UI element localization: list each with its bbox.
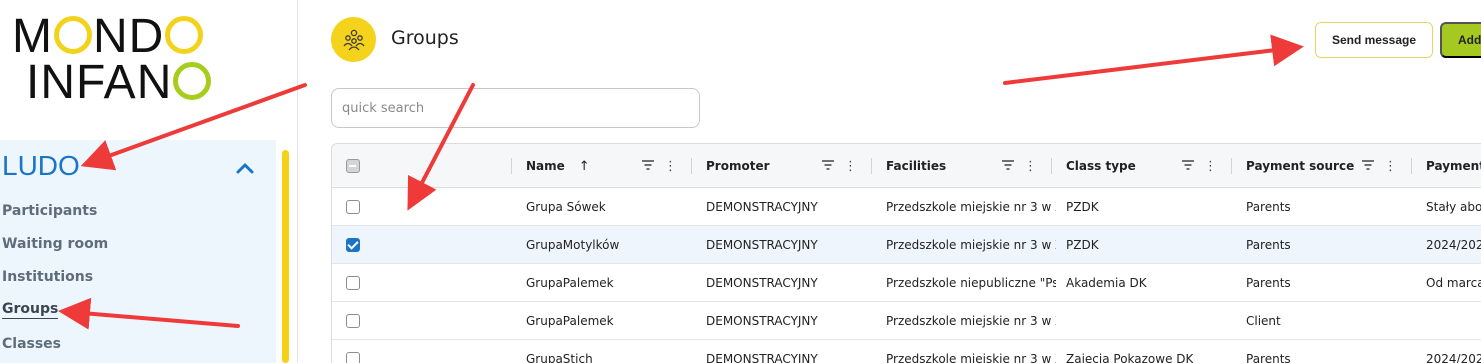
quick-search-input[interactable] xyxy=(331,88,700,128)
menu-section-title[interactable]: LUDO xyxy=(2,150,80,182)
cell-payment-source: Parents xyxy=(1246,238,1291,252)
column-menu-payment-source[interactable]: ⋮ xyxy=(1362,144,1397,188)
table-row[interactable]: GrupaStich DEMONSTRACYJNY Przedszkole mi… xyxy=(332,340,1481,363)
cell-payment-source: Parents xyxy=(1246,276,1291,290)
logo-o-yellow-2 xyxy=(165,16,204,54)
column-menu-class-type[interactable]: ⋮ xyxy=(1182,144,1217,188)
column-header-class-type[interactable]: Class type xyxy=(1066,144,1136,188)
cell-payment-source: Parents xyxy=(1246,200,1291,214)
table-row[interactable]: GrupaMotylków DEMONSTRACYJNY Przedszkole… xyxy=(332,226,1481,264)
cell-name: GrupaMotylków xyxy=(526,238,620,252)
sidebar-item-classes[interactable]: Classes xyxy=(2,336,61,352)
sidebar-item-waiting-room[interactable]: Waiting room xyxy=(2,236,108,252)
mondo-infano-logo[interactable]: M ND INFAN xyxy=(12,13,232,114)
filter-icon[interactable] xyxy=(1182,159,1194,174)
filter-icon[interactable] xyxy=(1002,159,1014,174)
cell-name: Grupa Sówek xyxy=(526,200,606,214)
annotation-arrow-send-message xyxy=(1003,34,1304,85)
table-row[interactable]: GrupaPalemek DEMONSTRACYJNY Przedszkole … xyxy=(332,302,1481,340)
sidebar: M ND INFAN LUDO Participants Waiting room… xyxy=(0,0,298,363)
cell-class-type: Zajęcia Pokazowe DK xyxy=(1066,352,1194,363)
sort-ascending-icon[interactable]: ↑ xyxy=(579,159,590,174)
logo-line-2: INFAN xyxy=(12,59,232,107)
column-separator xyxy=(511,158,512,174)
app-root: M ND INFAN LUDO Participants Waiting room… xyxy=(0,0,1481,363)
cell-promoter: DEMONSTRACYJNY xyxy=(706,276,818,290)
column-header-name[interactable]: Name ↑ xyxy=(526,144,590,188)
column-header-payment-source[interactable]: Payment source xyxy=(1246,144,1354,188)
logo-o-yellow xyxy=(53,16,92,54)
cell-payment: Od marca xyxy=(1426,276,1481,290)
cell-class-type: PZDK xyxy=(1066,200,1099,214)
sidebar-scrollbar[interactable] xyxy=(282,150,289,363)
more-vertical-icon[interactable]: ⋮ xyxy=(664,159,677,174)
sidebar-item-participants[interactable]: Participants xyxy=(2,203,97,219)
filter-icon[interactable] xyxy=(822,159,834,174)
row-checkbox[interactable] xyxy=(346,276,360,290)
send-message-button[interactable]: Send message xyxy=(1315,22,1433,58)
more-vertical-icon[interactable]: ⋮ xyxy=(1384,159,1397,174)
column-header-facilities[interactable]: Facilities xyxy=(886,144,946,188)
cell-facility: Przedszkole miejskie nr 3 w Z xyxy=(886,200,1056,214)
column-header-promoter[interactable]: Promoter xyxy=(706,144,770,188)
cell-payment-source: Client xyxy=(1246,314,1281,328)
cell-payment-source: Parents xyxy=(1246,352,1291,363)
groups-icon xyxy=(331,17,376,62)
column-menu-facilities[interactable]: ⋮ xyxy=(1002,144,1037,188)
cell-facility: Przedszkole miejskie nr 3 w Z xyxy=(886,238,1056,252)
logo-line-1: M ND xyxy=(12,13,232,61)
cell-facility: Przedszkole niepubliczne "Ps xyxy=(886,276,1056,290)
column-separator xyxy=(1051,158,1052,174)
sidebar-item-groups[interactable]: Groups xyxy=(2,301,59,319)
column-separator xyxy=(1231,158,1232,174)
cell-promoter: DEMONSTRACYJNY xyxy=(706,352,818,363)
select-all-checkbox[interactable] xyxy=(346,159,360,173)
cell-promoter: DEMONSTRACYJNY xyxy=(706,200,818,214)
table-header: Name ↑ ⋮ Promoter ⋮ Facilities ⋮ Class t… xyxy=(332,144,1481,188)
more-vertical-icon[interactable]: ⋮ xyxy=(844,159,857,174)
cell-class-type: PZDK xyxy=(1066,238,1099,252)
cell-facility: Przedszkole miejskie nr 3 w Z xyxy=(886,352,1056,363)
cell-name: GrupaPalemek xyxy=(526,276,614,290)
cell-name: GrupaPalemek xyxy=(526,314,614,328)
logo-o-green xyxy=(173,62,212,100)
row-checkbox[interactable] xyxy=(346,314,360,328)
more-vertical-icon[interactable]: ⋮ xyxy=(1204,159,1217,174)
column-separator xyxy=(1411,158,1412,174)
filter-icon[interactable] xyxy=(642,159,654,174)
cell-payment: 2024/202 xyxy=(1426,238,1481,252)
column-separator xyxy=(871,158,872,174)
more-vertical-icon[interactable]: ⋮ xyxy=(1024,159,1037,174)
cell-promoter: DEMONSTRACYJNY xyxy=(706,238,818,252)
cell-payment: 2024/202 xyxy=(1426,352,1481,363)
chevron-up-icon[interactable] xyxy=(232,154,258,180)
row-checkbox[interactable] xyxy=(346,238,360,252)
cell-payment: Stały abon xyxy=(1426,200,1481,214)
column-menu-name[interactable]: ⋮ xyxy=(642,144,677,188)
cell-facility: Przedszkole miejskie nr 3 w Z xyxy=(886,314,1056,328)
cell-name: GrupaStich xyxy=(526,352,593,363)
table-row[interactable]: GrupaPalemek DEMONSTRACYJNY Przedszkole … xyxy=(332,264,1481,302)
sidebar-item-institutions[interactable]: Institutions xyxy=(2,269,93,285)
cell-promoter: DEMONSTRACYJNY xyxy=(706,314,818,328)
page-title: Groups xyxy=(391,27,459,49)
column-header-payment[interactable]: Payment c xyxy=(1426,144,1481,188)
add-button[interactable]: Add xyxy=(1440,22,1481,58)
cell-class-type: Akademia DK xyxy=(1066,276,1147,290)
row-checkbox[interactable] xyxy=(346,352,360,363)
row-checkbox[interactable] xyxy=(346,200,360,214)
ludo-menu: LUDO Participants Waiting room Instituti… xyxy=(0,140,276,363)
table-row[interactable]: Grupa Sówek DEMONSTRACYJNY Przedszkole m… xyxy=(332,188,1481,226)
column-menu-promoter[interactable]: ⋮ xyxy=(822,144,857,188)
groups-table: Name ↑ ⋮ Promoter ⋮ Facilities ⋮ Class t… xyxy=(331,143,1481,363)
filter-icon[interactable] xyxy=(1362,159,1374,174)
column-separator xyxy=(691,158,692,174)
